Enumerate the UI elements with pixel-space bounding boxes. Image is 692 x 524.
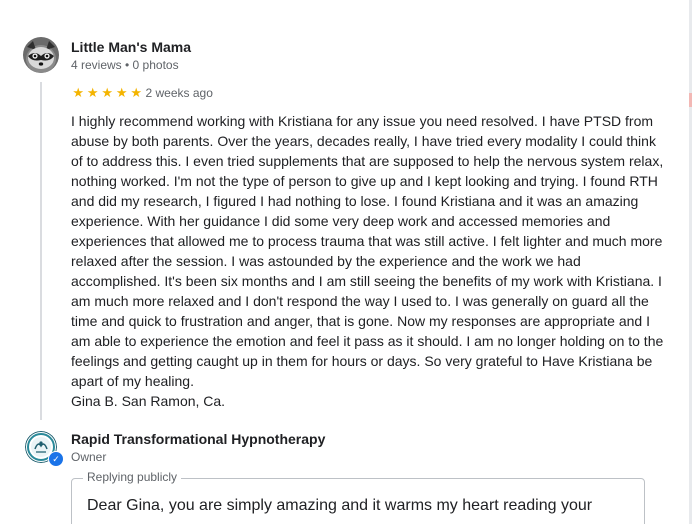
star-icon: ★ [72,85,85,100]
review-date: 2 weeks ago [145,86,213,100]
thread-line [40,82,42,420]
owner-role: Owner [71,450,107,464]
review-panel: Little Man's Mama 4 reviews • 0 photos ★… [0,0,692,524]
reviewer-meta[interactable]: 4 reviews • 0 photos [71,58,179,72]
owner-name[interactable]: Rapid Transformational Hypnotherapy [71,431,325,447]
review-body: I highly recommend working with Kristian… [71,111,669,411]
verified-check-icon: ✓ [48,451,64,467]
star-icon: ★ [130,85,143,100]
star-icon: ★ [101,85,114,100]
reviewer-name[interactable]: Little Man's Mama [71,39,191,55]
review-text: I highly recommend working with Kristian… [71,113,664,389]
reviewer-avatar[interactable] [23,37,59,73]
star-icon: ★ [86,85,99,100]
reply-text: Dear Gina, you are simply amazing and it… [87,497,593,514]
reply-box-label: Replying publicly [83,470,182,484]
star-icon: ★ [115,85,128,100]
review-signature: Gina B. San Ramon, Ca. [71,393,226,409]
star-rating: ★ ★ ★ ★ ★ [71,85,144,101]
raccoon-avatar-icon [23,37,59,73]
rating-row: ★ ★ ★ ★ ★ 2 weeks ago [71,85,213,101]
